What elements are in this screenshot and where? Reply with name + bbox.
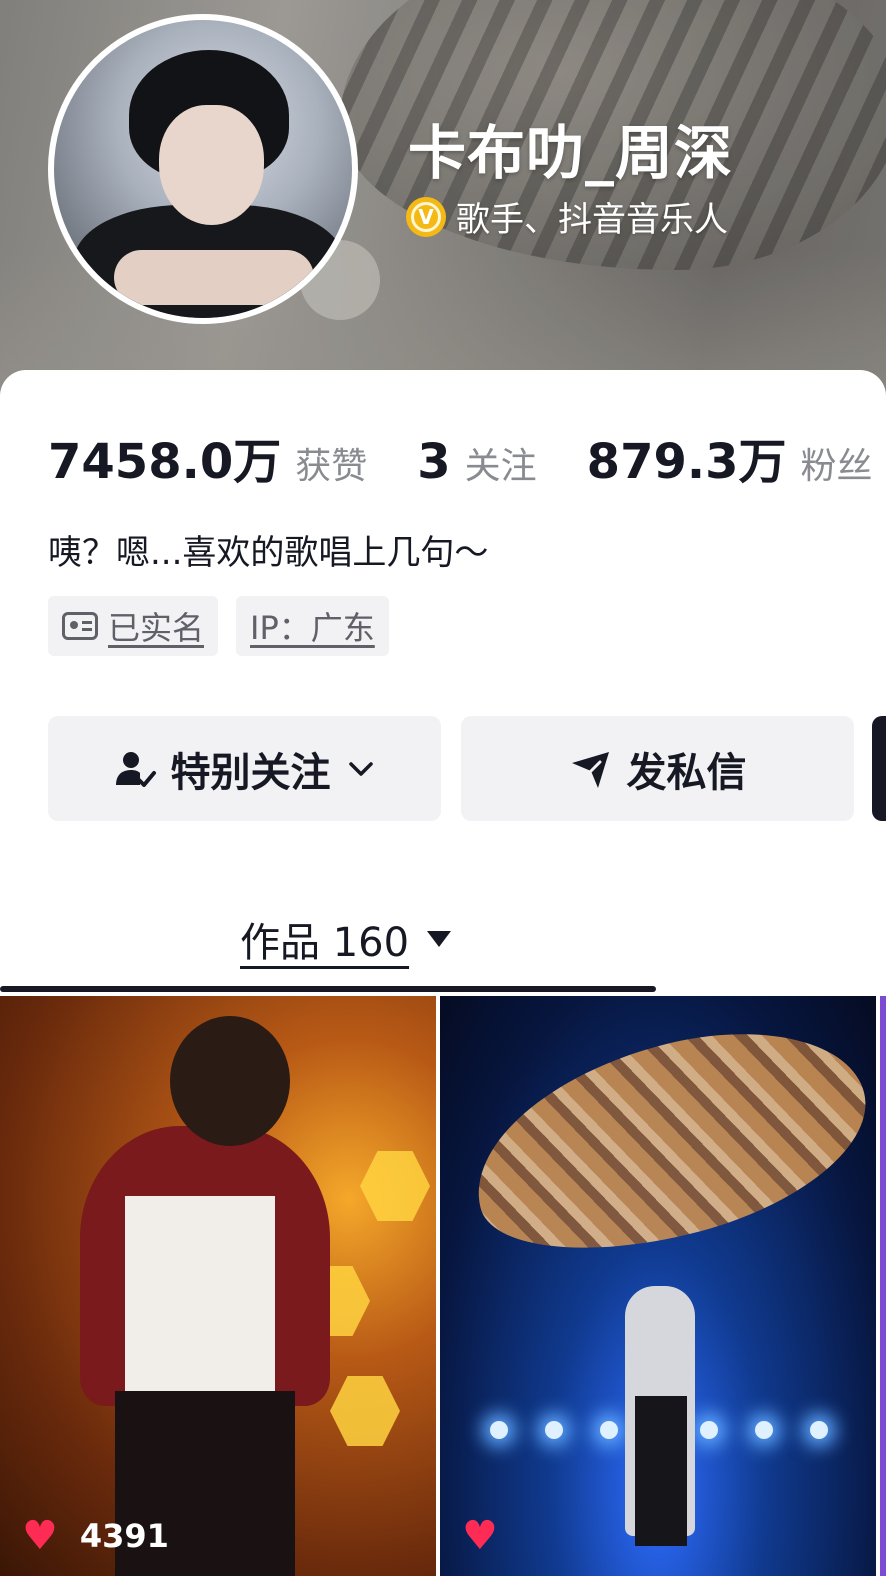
video-thumbnail[interactable]: ♥ [440, 996, 876, 1576]
stage-light-dot [700, 1421, 718, 1439]
caret-down-icon [427, 931, 452, 947]
heart-icon: ♥ [462, 1513, 498, 1559]
stat-likes: 7458.0万 获赞 [48, 422, 367, 492]
id-card-icon [62, 612, 98, 640]
verification-text: 歌手、抖音音乐人 [456, 200, 728, 240]
avatar-hands [114, 250, 314, 305]
tab-works[interactable]: 作品 160 [240, 910, 452, 968]
video-thumbnail[interactable]: ♥ 4391 [0, 996, 436, 1576]
chevron-down-icon [348, 761, 373, 776]
tag-real-name-label: 已实名 [108, 609, 205, 647]
stage-light-dot [755, 1421, 773, 1439]
stat-followers-label: 粉丝 [800, 446, 873, 487]
verified-badge-icon: V [406, 196, 446, 237]
special-follow-button[interactable]: 特别关注 [48, 716, 441, 821]
profile-tags: 已实名 IP：广东 [48, 596, 389, 656]
stage-light-dot [810, 1421, 828, 1439]
stat-following-label: 关注 [464, 446, 537, 487]
special-follow-label: 特别关注 [170, 749, 331, 796]
send-icon [571, 751, 609, 788]
user-check-icon [115, 751, 156, 787]
video-like-count: 4391 [79, 1517, 169, 1555]
singer-shirt [125, 1196, 275, 1396]
verification-row: V 歌手、抖音音乐人 [406, 192, 728, 241]
video-thumbnail[interactable] [880, 996, 886, 1576]
singer-head [170, 1016, 290, 1146]
avatar-face [159, 105, 264, 225]
fish-sculpture [452, 1000, 876, 1282]
profile-banner: 卡布叻_周深 V 歌手、抖音音乐人 [0, 0, 886, 400]
avatar[interactable] [48, 14, 358, 324]
profile-bio: 咦？嗯...喜欢的歌唱上几句～ [48, 533, 489, 573]
tag-real-name[interactable]: 已实名 [48, 596, 219, 656]
stat-followers[interactable]: 879.3万 粉丝 [587, 422, 873, 492]
send-message-button[interactable]: 发私信 [461, 716, 854, 821]
profile-nickname: 卡布叻_周深 [408, 119, 734, 187]
video-likes: ♥ [462, 1516, 520, 1556]
stage-light-shape [330, 1376, 400, 1446]
stat-following-value: 3 [417, 434, 451, 490]
stage-light-dot [545, 1421, 563, 1439]
tag-ip-location-label: IP：广东 [250, 609, 375, 647]
more-actions-button[interactable] [872, 716, 886, 821]
stat-following[interactable]: 3 关注 [417, 434, 536, 490]
send-message-label: 发私信 [626, 749, 747, 796]
stage-light-dot [600, 1421, 618, 1439]
heart-icon: ♥ [22, 1513, 58, 1559]
stat-likes-label: 获赞 [295, 446, 368, 487]
stage-light-dot [490, 1421, 508, 1439]
tab-scroll-indicator [0, 986, 656, 992]
verified-badge-letter: V [411, 201, 441, 232]
profile-actions: 特别关注 发私信 [48, 716, 854, 821]
profile-stats: 7458.0万 获赞 3 关注 879.3万 粉丝 [48, 422, 873, 492]
tab-works-label: 作品 160 [240, 920, 410, 966]
video-likes: ♥ 4391 [22, 1516, 169, 1556]
stage-light-shape [360, 1151, 430, 1221]
stat-likes-value: 7458.0万 [48, 434, 282, 490]
singer-legs [635, 1396, 687, 1546]
stat-followers-value: 879.3万 [586, 434, 787, 490]
tag-ip-location[interactable]: IP：广东 [236, 596, 389, 656]
